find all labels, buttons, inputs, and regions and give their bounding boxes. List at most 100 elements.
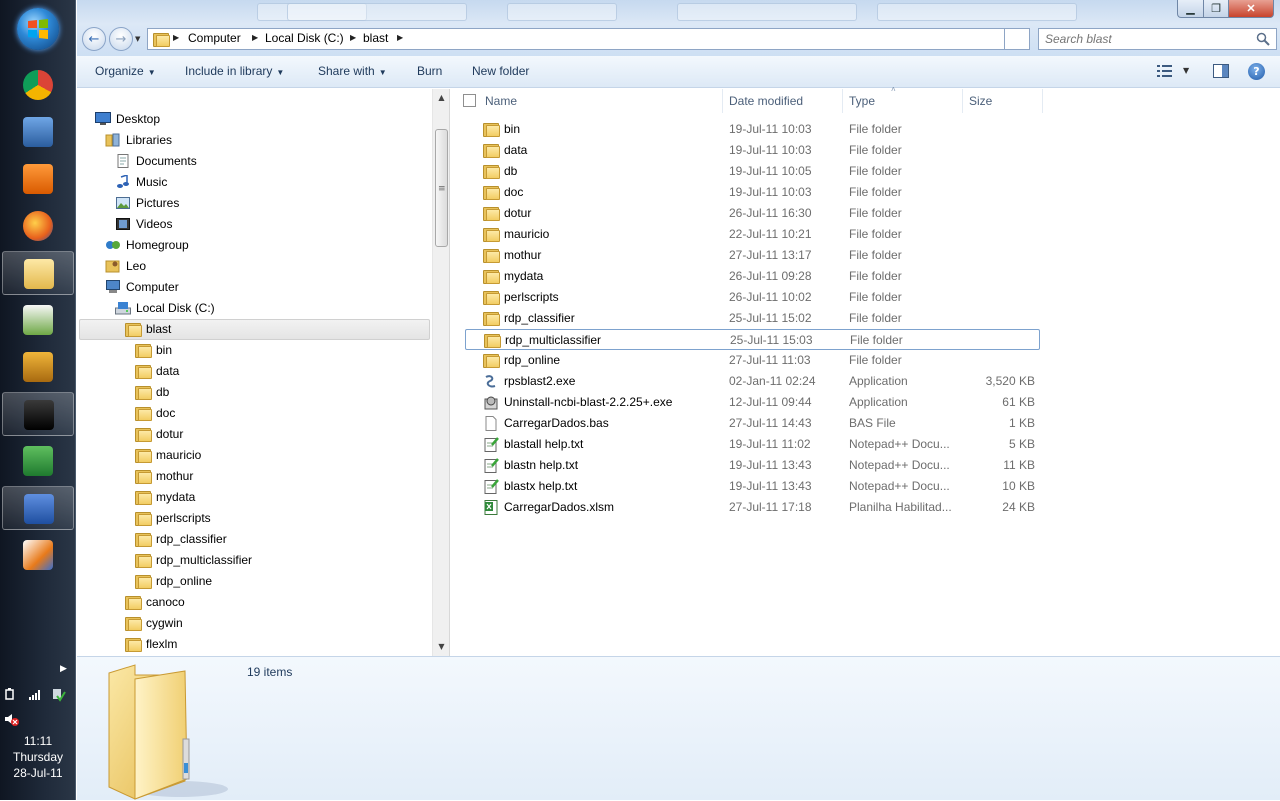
breadcrumb-computer[interactable]: Computer [188,31,241,45]
file-row[interactable]: mauricio 22-Jul-11 10:21 File folder [465,224,1040,245]
taskbar-explorer-button[interactable] [2,251,74,295]
column-header-type[interactable]: Type ˄ [843,85,963,113]
breadcrumb-local-disk[interactable]: Local Disk (C:) [265,31,344,45]
tree-item-computer[interactable]: Computer [105,277,179,297]
search-icon[interactable] [1256,32,1270,46]
file-row[interactable]: blastall help.txt 19-Jul-11 11:02 Notepad+… [465,434,1040,455]
minimize-button[interactable]: ▁ [1177,0,1204,18]
column-header-name[interactable]: Name [479,89,723,113]
organize-button[interactable]: Organize ▼ [95,64,156,78]
taskbar-chrome-button[interactable] [2,63,74,107]
share-with-button[interactable]: Share with ▼ [318,64,387,78]
taskbar-media-player-button[interactable] [2,157,74,201]
tree-item-mydata[interactable]: mydata [135,487,195,507]
scroll-up-arrow-icon[interactable]: ▲ [436,93,447,102]
file-row[interactable]: db 19-Jul-11 10:05 File folder [465,161,1040,182]
file-row[interactable]: rdp_online 27-Jul-11 11:03 File folder [465,350,1040,371]
clock[interactable]: 11:11 Thursday 28-Jul-11 [0,734,76,781]
close-button[interactable]: ✕ [1228,0,1274,18]
tree-item-libraries[interactable]: Libraries [105,130,172,150]
navigation-pane-scrollbar[interactable]: ▲ ≡ ▼ [432,89,449,656]
search-box[interactable] [1038,28,1277,50]
address-bar[interactable]: ▶ Computer ▶ Local Disk (C:) ▶ blast ▶ [147,28,1005,50]
help-button[interactable]: ? [1248,63,1265,80]
tree-item-cygwin[interactable]: cygwin [125,613,183,633]
file-row[interactable]: mydata 26-Jul-11 09:28 File folder [465,266,1040,287]
network-signal-icon[interactable] [28,688,40,700]
file-row[interactable]: rpsblast2.exe 02-Jan-11 02:24 Application 3… [465,371,1040,392]
new-folder-button[interactable]: New folder [472,64,529,78]
select-all-checkbox[interactable] [463,94,476,107]
tree-item-local-disk-c[interactable]: Local Disk (C:) [115,298,215,318]
file-row[interactable]: doc 19-Jul-11 10:03 File folder [465,182,1040,203]
file-row[interactable]: dotur 26-Jul-11 16:30 File folder [465,203,1040,224]
file-row[interactable]: CarregarDados.xlsm 27-Jul-11 17:18 Planilh… [465,497,1040,518]
tree-item-flexlm[interactable]: flexlm [125,634,177,654]
pane-splitter[interactable] [449,89,450,656]
file-row[interactable]: blastn help.txt 19-Jul-11 13:43 Notepad++ … [465,455,1040,476]
column-header-size[interactable]: Size [963,89,1043,113]
tree-item-db[interactable]: db [135,382,169,402]
maximize-button[interactable]: ❐ [1203,0,1229,18]
tree-item-leo[interactable]: Leo [105,256,146,276]
file-row[interactable]: blastx help.txt 19-Jul-11 13:43 Notepad++ … [465,476,1040,497]
taskbar-terminal-button[interactable] [2,392,74,436]
recent-pages-icon[interactable]: ▼ [135,35,140,43]
tree-item-documents[interactable]: Documents [115,151,197,171]
scroll-down-arrow-icon[interactable]: ▼ [436,642,447,651]
show-hidden-icons-button[interactable]: ▶ [60,664,67,674]
change-view-button[interactable] [1157,65,1173,80]
start-button[interactable] [17,8,59,50]
file-row[interactable]: rdp_classifier 25-Jul-11 15:02 File folder [465,308,1040,329]
file-row[interactable]: CarregarDados.bas 27-Jul-11 14:43 BAS File… [465,413,1040,434]
taskbar-laptop-button[interactable] [2,110,74,154]
tree-item-bin[interactable]: bin [135,340,172,360]
file-row[interactable]: perlscripts 26-Jul-11 10:02 File folder [465,287,1040,308]
taskbar-excel-button[interactable] [2,439,74,483]
file-row[interactable]: bin 19-Jul-11 10:03 File folder [465,119,1040,140]
tree-item-music[interactable]: Music [115,172,167,192]
title-bar[interactable]: ▁ ❐ ✕ [77,0,1280,24]
tree-item-doc[interactable]: doc [135,403,175,423]
burn-button[interactable]: Burn [417,64,442,78]
tree-item-mothur[interactable]: mothur [135,466,193,486]
address-history-dropdown[interactable] [1005,28,1030,50]
power-icon[interactable] [4,688,16,700]
back-button[interactable]: ← [82,27,106,51]
tree-item-mauricio[interactable]: mauricio [135,445,201,465]
tree-item-dotur[interactable]: dotur [135,424,183,444]
taskbar-elephant-button[interactable] [2,345,74,389]
search-input[interactable] [1045,31,1245,47]
file-row[interactable]: data 19-Jul-11 10:03 File folder [465,140,1040,161]
tree-item-perlscripts[interactable]: perlscripts [135,508,211,528]
breadcrumb-chevron-icon[interactable]: ▶ [252,33,258,42]
breadcrumb-chevron-icon[interactable]: ▶ [350,33,356,42]
column-header-date-modified[interactable]: Date modified [723,89,843,113]
tree-item-rdp-multiclassifier[interactable]: rdp_multiclassifier [135,550,252,570]
view-options-chevron-icon[interactable]: ▼ [1183,66,1189,75]
tree-item-pictures[interactable]: Pictures [115,193,179,213]
taskbar-word-button[interactable] [2,486,74,530]
include-in-library-button[interactable]: Include in library ▼ [185,64,284,78]
preview-pane-button[interactable] [1213,64,1229,81]
taskbar-tool-button[interactable] [2,533,74,577]
tree-item-homegroup[interactable]: Homegroup [105,235,189,255]
tree-item-rdp-online[interactable]: rdp_online [135,571,212,591]
breadcrumb-chevron-icon[interactable]: ▶ [397,33,403,42]
breadcrumb-blast[interactable]: blast [363,31,388,45]
security-check-icon[interactable] [52,688,66,702]
taskbar-sigmaplot-button[interactable] [2,298,74,342]
file-row[interactable]: mothur 27-Jul-11 13:17 File folder [465,245,1040,266]
tree-item-desktop[interactable]: Desktop [95,109,160,129]
tree-item-canoco[interactable]: canoco [125,592,185,612]
file-row[interactable]: rdp_multiclassifier 25-Jul-11 15:03 File f… [465,329,1040,350]
tree-item-rdp-classifier[interactable]: rdp_classifier [135,529,227,549]
tree-item-blast[interactable]: blast [125,319,171,339]
file-row[interactable]: Uninstall-ncbi-blast-2.2.25+.exe 12-Jul-1… [465,392,1040,413]
volume-muted-icon[interactable] [0,712,76,728]
forward-button[interactable]: → [109,27,133,51]
tree-item-data[interactable]: data [135,361,179,381]
taskbar-firefox-button[interactable] [2,204,74,248]
breadcrumb-chevron-icon[interactable]: ▶ [173,33,179,42]
tree-item-videos[interactable]: Videos [115,214,172,234]
